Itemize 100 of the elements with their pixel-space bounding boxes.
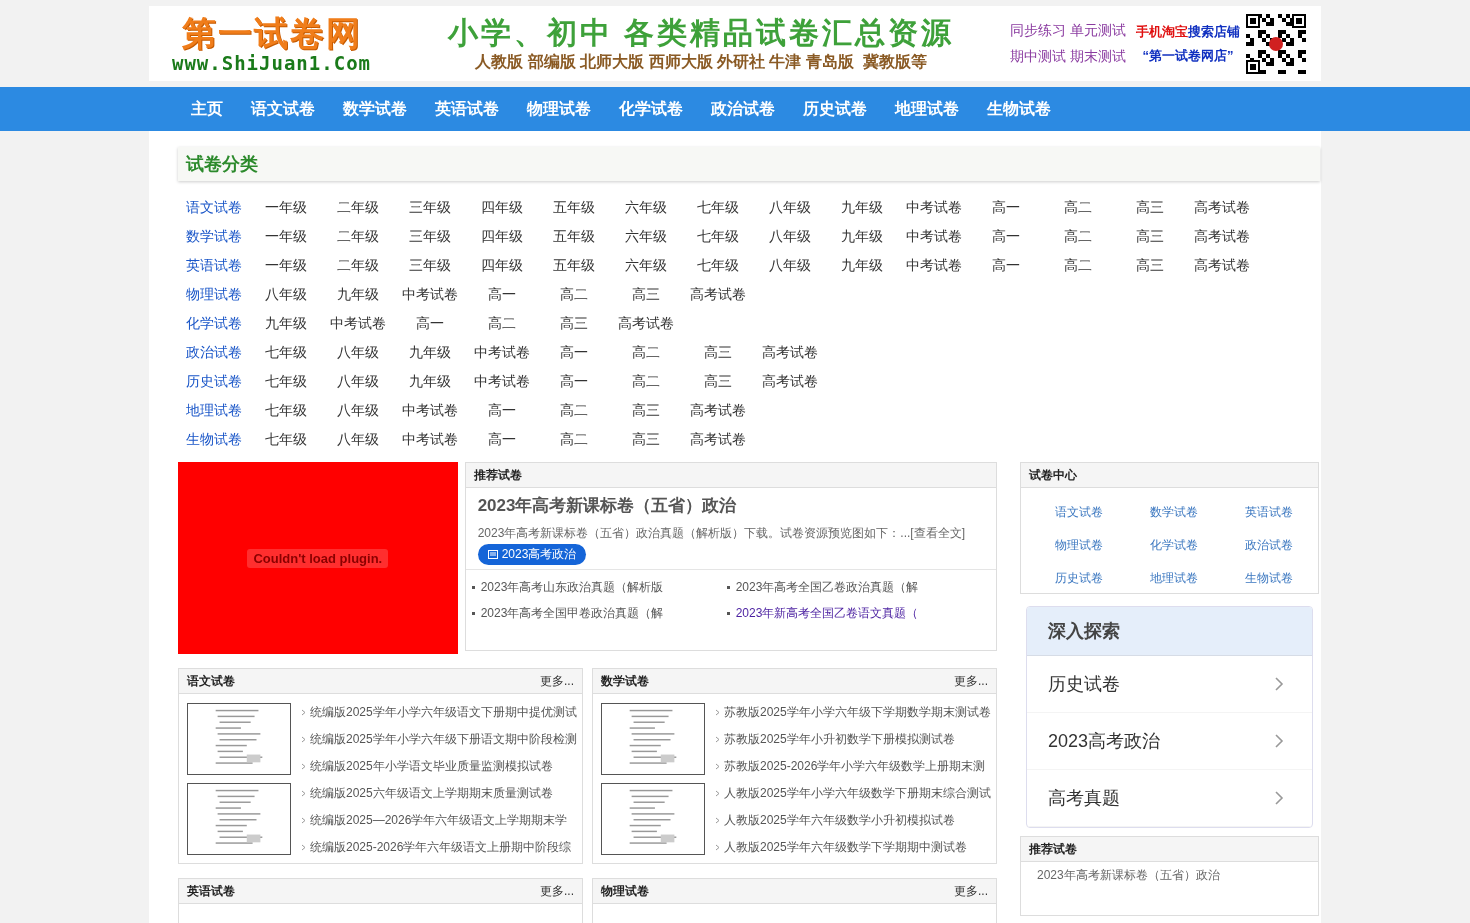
article-link[interactable]: 2023年高考新课标卷（五省）政治 [1021,862,1318,884]
grade-link[interactable]: 高考试卷 [1186,227,1258,246]
grade-link[interactable]: 高考试卷 [754,372,826,391]
grade-link[interactable]: 三年级 [394,198,466,217]
grade-link[interactable]: 高三 [682,343,754,362]
grade-link[interactable]: 九年级 [826,227,898,246]
grade-link[interactable]: 高考试卷 [610,314,682,333]
grade-link[interactable]: 高三 [1114,256,1186,275]
grade-link[interactable]: 九年级 [826,256,898,275]
subject-link[interactable]: 数学试卷 [178,227,250,246]
nav-link[interactable]: 政治试卷 [697,87,789,131]
subject-link[interactable]: 政治试卷 [178,343,250,362]
grade-link[interactable]: 高三 [682,372,754,391]
subject-link[interactable]: 语文试卷 [1031,496,1126,529]
grade-link[interactable]: 高二 [1042,227,1114,246]
grade-link[interactable]: 中考试卷 [394,430,466,449]
grade-link[interactable]: 中考试卷 [466,343,538,362]
subject-link[interactable]: 化学试卷 [1126,529,1221,562]
grade-link[interactable]: 八年级 [322,401,394,420]
grade-link[interactable]: 一年级 [250,198,322,217]
more-link[interactable]: 更多... [954,672,988,690]
nav-link[interactable]: 语文试卷 [237,87,329,131]
grade-link[interactable]: 二年级 [322,198,394,217]
grade-link[interactable]: 高二 [538,285,610,304]
grade-link[interactable]: 高三 [610,285,682,304]
grade-link[interactable]: 一年级 [250,227,322,246]
grade-link[interactable]: 高一 [466,430,538,449]
grade-link[interactable]: 一年级 [250,256,322,275]
grade-link[interactable]: 八年级 [754,256,826,275]
exam-link[interactable]: 统编版2025学年小学六年级语文下册期中提优测试 [301,699,577,726]
grade-link[interactable]: 高一 [394,314,466,333]
grade-link[interactable]: 高三 [1114,198,1186,217]
grade-link[interactable]: 高二 [610,343,682,362]
exam-link[interactable]: 苏教版2025学年小升初数学下册模拟测试卷 [715,726,991,753]
grade-link[interactable]: 八年级 [322,372,394,391]
subject-link[interactable]: 英语试卷 [178,256,250,275]
nav-link[interactable]: 物理试卷 [513,87,605,131]
grade-link[interactable]: 七年级 [250,343,322,362]
grade-link[interactable]: 三年级 [394,256,466,275]
more-link[interactable]: 更多... [954,882,988,900]
subject-link[interactable]: 数学试卷 [1126,496,1221,529]
grade-link[interactable]: 八年级 [754,198,826,217]
nav-link[interactable]: 数学试卷 [329,87,421,131]
grade-link[interactable]: 六年级 [610,198,682,217]
grade-link[interactable]: 六年级 [610,227,682,246]
grade-link[interactable]: 七年级 [682,256,754,275]
grade-link[interactable]: 九年级 [394,372,466,391]
grade-link[interactable]: 高考试卷 [682,401,754,420]
grade-link[interactable]: 高二 [1042,198,1114,217]
subject-link[interactable]: 历史试卷 [178,372,250,391]
nav-link[interactable]: 主页 [177,87,237,131]
grade-link[interactable]: 高三 [538,314,610,333]
grade-link[interactable]: 高三 [610,430,682,449]
article-link[interactable]: 2023年高考全国乙卷政治真题（解 [726,574,982,600]
grade-link[interactable]: 高二 [466,314,538,333]
grade-link[interactable]: 高考试卷 [754,343,826,362]
grade-link[interactable]: 二年级 [322,227,394,246]
nav-link[interactable]: 生物试卷 [973,87,1065,131]
grade-link[interactable]: 八年级 [754,227,826,246]
grade-link[interactable]: 高二 [1042,256,1114,275]
grade-link[interactable]: 三年级 [394,227,466,246]
exam-link[interactable]: 统编版2025六年级语文上学期期末质量测试卷 [301,780,577,807]
grade-link[interactable]: 高一 [538,372,610,391]
exam-link[interactable]: 统编版2025学年小学六年级下册语文期中阶段检测 [301,726,577,753]
grade-link[interactable]: 高一 [538,343,610,362]
grade-link[interactable]: 中考试卷 [898,198,970,217]
exam-link[interactable]: 统编版2025年小学语文毕业质量监测模拟试卷 [301,753,577,780]
exam-link[interactable]: 人教版2025学年六年级数学下学期期中测试卷 [715,834,991,861]
grade-link[interactable]: 九年级 [826,198,898,217]
grade-link[interactable]: 五年级 [538,256,610,275]
subject-link[interactable]: 地理试卷 [178,401,250,420]
subject-link[interactable]: 生物试卷 [178,430,250,449]
article-link[interactable]: 2023年新高考全国乙卷语文真题（ [726,600,982,626]
article-title[interactable]: 2023年高考新课标卷（五省）政治 [477,494,996,517]
more-link[interactable]: 更多... [540,672,574,690]
grade-link[interactable]: 中考试卷 [466,372,538,391]
grade-link[interactable]: 高考试卷 [1186,256,1258,275]
subject-link[interactable]: 物理试卷 [1031,529,1126,562]
exam-link[interactable]: 苏教版2025学年小学六年级下学期数学期末测试卷 [715,699,991,726]
nav-link[interactable]: 历史试卷 [789,87,881,131]
grade-link[interactable]: 高三 [610,401,682,420]
explore-item[interactable]: 历史试卷 [1027,656,1312,713]
nav-link[interactable]: 地理试卷 [881,87,973,131]
grade-link[interactable]: 高一 [970,198,1042,217]
subject-link[interactable]: 语文试卷 [178,198,250,217]
exam-link[interactable]: 苏教版2025-2026学年小学六年级数学上册期末测 [715,753,991,780]
grade-link[interactable]: 高考试卷 [682,285,754,304]
grade-link[interactable]: 四年级 [466,256,538,275]
grade-link[interactable]: 高一 [970,256,1042,275]
grade-link[interactable]: 七年级 [682,198,754,217]
explore-item[interactable]: 2023高考政治 [1027,713,1312,770]
exam-link[interactable]: 人教版2025学年六年级数学小升初模拟试卷 [715,807,991,834]
grade-link[interactable]: 高二 [538,430,610,449]
exam-link[interactable]: 统编版2025-2026学年六年级语文上册期中阶段综 [301,834,577,861]
grade-link[interactable]: 高一 [970,227,1042,246]
grade-link[interactable]: 中考试卷 [898,256,970,275]
grade-link[interactable]: 中考试卷 [394,285,466,304]
exam-link[interactable]: 统编版2025—2026学年六年级语文上学期期末学 [301,807,577,834]
grade-link[interactable]: 中考试卷 [322,314,394,333]
grade-link[interactable]: 七年级 [250,401,322,420]
